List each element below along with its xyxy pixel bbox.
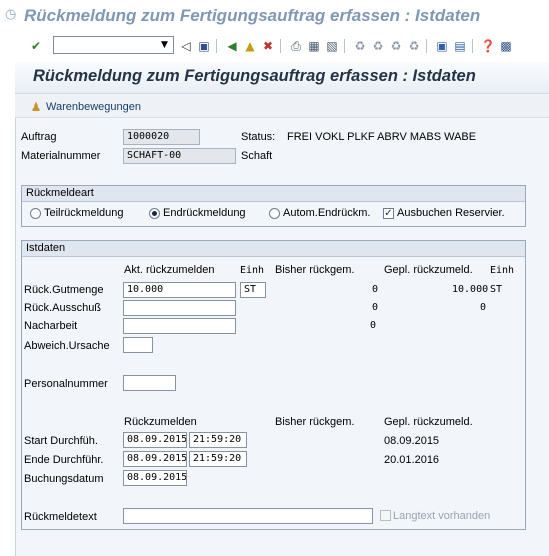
print-icon[interactable]: ⎙ (288, 38, 304, 54)
personal-label: Personalnummer (24, 378, 108, 390)
rueckmeldeart-group: Rückmeldeart (21, 185, 526, 227)
abweich-field[interactable] (123, 337, 153, 353)
rueckmeldeart-title: Rückmeldeart (22, 186, 525, 202)
material-label: Materialnummer (21, 150, 101, 162)
nacharbeit-field[interactable] (123, 318, 236, 334)
ausschuss-label: Rück.Ausschuß (24, 302, 102, 314)
start-time-field[interactable]: 21:59:20 (189, 432, 247, 448)
endrueckmeldung-label: Endrückmeldung (163, 207, 246, 219)
nacharbeit-label: Nacharbeit (24, 320, 78, 332)
ausschuss-gepl: 0 (480, 302, 487, 313)
gutmenge-bisher: 0 (372, 284, 379, 295)
layout-icon[interactable]: ▩ (498, 38, 514, 54)
gutmenge-unit-field[interactable]: ST (240, 282, 266, 298)
ende-time-field[interactable]: 21:59:20 (189, 451, 247, 467)
window-title: Rückmeldung zum Fertigungsauftrag erfass… (24, 6, 481, 25)
status-label: Status: (241, 131, 276, 143)
warenbewegungen-button[interactable]: ♟ Warenbewegungen (29, 98, 141, 115)
page-title: Rückmeldung zum Fertigungsauftrag erfass… (33, 67, 476, 85)
create-session-icon[interactable]: ▣ (434, 38, 450, 54)
buchung-date-field[interactable]: 08.09.2015 (123, 470, 187, 486)
gutmenge-label: Rück.Gutmenge (24, 284, 104, 296)
col-bisher-header: Bisher rückgem. (275, 264, 355, 276)
material-description: Schaft (241, 150, 273, 162)
rueckzumelden-header: Rückzumelden (124, 416, 197, 428)
title-bar: ◷ Rückmeldung zum Fertigungsauftrag erfa… (0, 0, 549, 34)
find-next-icon[interactable]: ▧ (324, 38, 340, 54)
col-akt-header: Akt. rückzumelden (124, 264, 215, 276)
previous-page-icon[interactable]: ♻ (370, 38, 386, 54)
abweich-label: Abweich.Ursache (24, 340, 110, 352)
help-icon[interactable]: ❓ (480, 38, 496, 54)
buchung-label: Buchungsdatum (24, 473, 104, 485)
ende-date-field[interactable]: 08.09.2015 (123, 451, 187, 467)
nacharbeit-bisher: 0 (370, 320, 377, 331)
back-nav-icon[interactable]: ◀ (224, 38, 240, 54)
rueckmeldetext-label: Rückmeldetext (24, 511, 97, 523)
menu-icon[interactable]: ◷ (5, 8, 19, 22)
langtext-checkbox (380, 510, 391, 521)
ausschuss-bisher: 0 (372, 302, 379, 313)
first-page-icon[interactable]: ♻ (352, 38, 368, 54)
next-page-icon[interactable]: ♻ (388, 38, 404, 54)
last-page-icon[interactable]: ♻ (406, 38, 422, 54)
auftrag-field[interactable]: 1000020 (123, 129, 200, 145)
ende-label: Ende Durchführ. (24, 454, 104, 466)
save-icon[interactable]: ▣ (196, 38, 212, 54)
autom-endrueckm-label: Autom.Endrückm. (283, 207, 371, 219)
start-label: Start Durchfüh. (24, 435, 98, 447)
enter-icon[interactable]: ✔ (28, 38, 44, 54)
personal-field[interactable] (123, 375, 176, 391)
autom-endrueckm-radio[interactable] (269, 208, 280, 219)
teilrueckmeldung-label: Teilrückmeldung (44, 207, 124, 219)
start-date-field[interactable]: 08.09.2015 (123, 432, 187, 448)
rueckmeldetext-field[interactable] (123, 508, 373, 524)
back-icon[interactable]: ◁ (178, 38, 194, 54)
ausschuss-field[interactable] (123, 300, 236, 316)
warenbewegungen-label: Warenbewegungen (46, 100, 141, 113)
goods-movement-icon: ♟ (30, 99, 42, 114)
ende-gepl: 20.01.2016 (384, 454, 440, 466)
gutmenge-field[interactable]: 10.000 (123, 282, 236, 298)
istdaten-title: Istdaten (22, 241, 525, 257)
command-dropdown-icon[interactable]: ▼ (156, 37, 173, 53)
exit-icon[interactable]: ▲ (242, 38, 258, 54)
gutmenge-gepl-unit: ST (490, 284, 503, 295)
ausbuchen-label: Ausbuchen Reservier. (397, 207, 505, 219)
langtext-label: Langtext vorhanden (393, 510, 491, 522)
col-einh-header: Einh (240, 265, 265, 276)
teilrueckmeldung-radio[interactable] (30, 208, 41, 219)
auftrag-label: Auftrag (21, 131, 57, 143)
endrueckmeldung-radio[interactable] (149, 208, 160, 219)
status-value: FREI VOKL PLKF ABRV MABS WABE (287, 131, 477, 143)
bisher-header: Bisher rückgem. (275, 416, 355, 428)
col-einh2-header: Einh (490, 265, 515, 276)
shortcut-icon[interactable]: ▤ (452, 38, 468, 54)
gutmenge-gepl: 10.000 (452, 284, 489, 295)
find-icon[interactable]: ▦ (306, 38, 322, 54)
ausbuchen-checkbox[interactable]: ✓ (383, 208, 394, 219)
material-field[interactable]: SCHAFT-00 (123, 148, 236, 164)
cancel-icon[interactable]: ✖ (260, 38, 276, 54)
start-gepl: 08.09.2015 (384, 435, 440, 447)
gepl-header: Gepl. rückzumeld. (384, 416, 473, 428)
col-gepl-header: Gepl. rückzumeld. (384, 264, 473, 276)
